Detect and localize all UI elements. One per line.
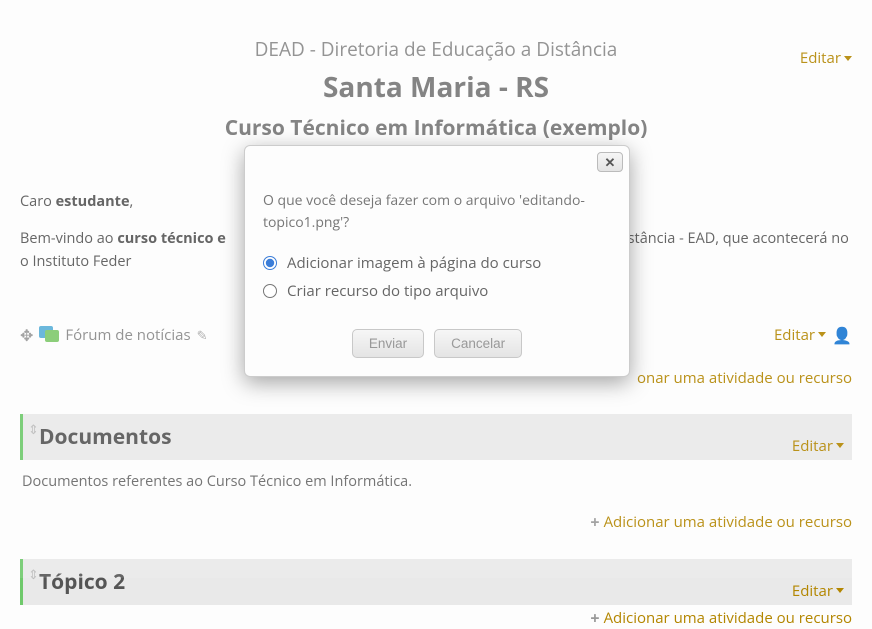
option-add-image[interactable]: Adicionar imagem à página do curso <box>263 253 611 273</box>
option-label: Adicionar imagem à página do curso <box>287 253 541 273</box>
plus-icon: + <box>590 607 599 629</box>
radio-add-image[interactable] <box>263 256 277 270</box>
section-edit-menu[interactable]: Editar <box>792 581 844 601</box>
caret-down-icon <box>836 588 844 593</box>
cancel-button[interactable]: Cancelar <box>434 329 522 358</box>
add-activity-link[interactable]: + Adicionar uma atividade ou recurso <box>20 607 852 629</box>
dialog-close-button[interactable]: ✕ <box>597 152 623 172</box>
option-create-file-resource[interactable]: Criar recurso do tipo arquivo <box>263 281 611 301</box>
radio-create-file[interactable] <box>263 284 277 298</box>
submit-button[interactable]: Enviar <box>352 329 424 358</box>
dialog-question: O que você deseja fazer com o arquivo 'e… <box>263 190 611 235</box>
upload-choice-dialog: ✕ O que você deseja fazer com o arquivo … <box>244 145 630 377</box>
edit-label: Editar <box>792 581 833 601</box>
add-activity-label: Adicionar uma atividade ou recurso <box>604 608 852 628</box>
option-label: Criar recurso do tipo arquivo <box>287 281 488 301</box>
